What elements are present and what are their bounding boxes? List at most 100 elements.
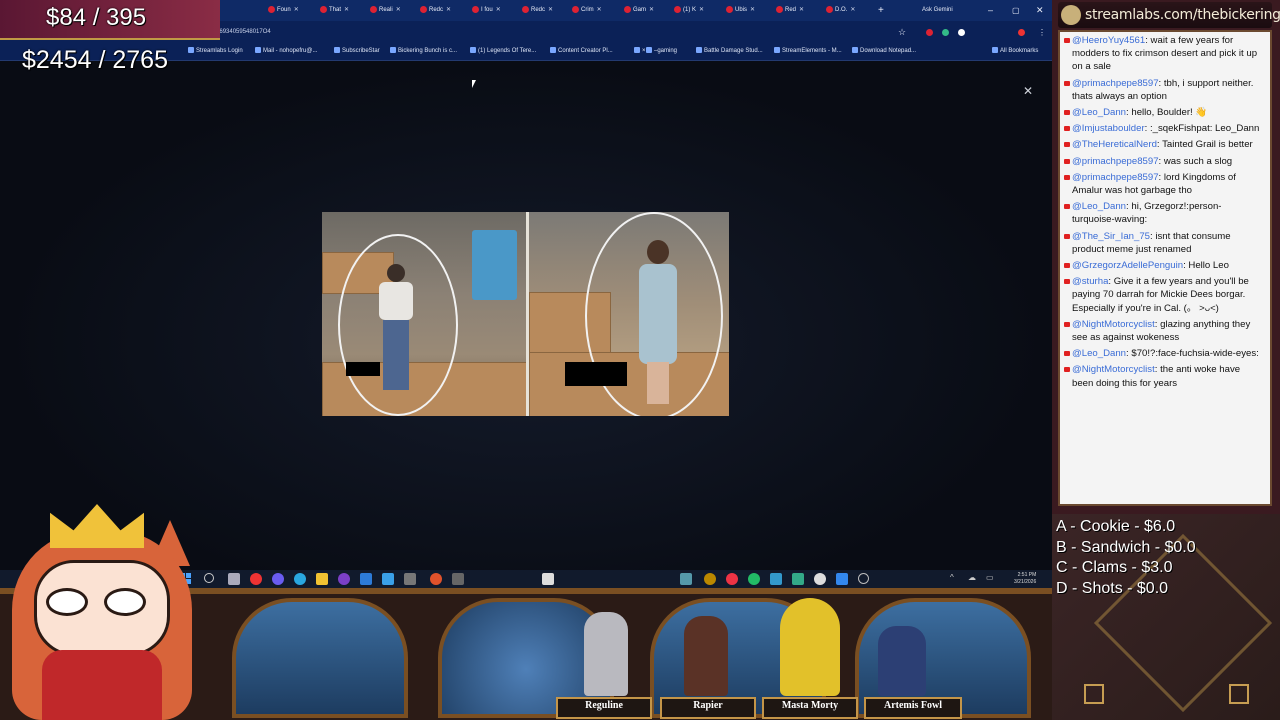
extension-icon[interactable] xyxy=(958,26,967,41)
network-icon[interactable]: ▭ xyxy=(986,573,998,585)
post-image[interactable] xyxy=(322,212,729,416)
tab-close-icon[interactable]: ✕ xyxy=(344,7,349,13)
browser-tab[interactable]: Red ✕ xyxy=(776,3,822,18)
chat-username[interactable]: @GrzegorzAdellePenguin xyxy=(1072,260,1183,271)
chat-username[interactable]: @primachpepe8597 xyxy=(1072,156,1159,167)
folder-icon[interactable] xyxy=(316,573,328,585)
chat-text: : $70!?:face-fuchsia-wide-eyes: xyxy=(1126,348,1259,360)
app-icon[interactable] xyxy=(272,573,284,585)
mail-icon[interactable] xyxy=(360,573,372,585)
chat-username[interactable]: @primachpepe8597 xyxy=(1072,172,1159,183)
tab-close-icon[interactable]: ✕ xyxy=(496,7,501,13)
maximize-button[interactable]: ▢ xyxy=(1012,3,1020,18)
tab-close-icon[interactable]: ✕ xyxy=(750,7,755,13)
browser-tab[interactable]: Gam ✕ xyxy=(624,3,670,18)
chat-username[interactable]: @sturha xyxy=(1072,276,1108,287)
tab-close-icon[interactable]: ✕ xyxy=(294,7,299,13)
spotify-icon[interactable] xyxy=(748,573,760,585)
taskview-icon[interactable] xyxy=(228,573,240,585)
bookmark-item[interactable]: (1) Legends Of Tere... xyxy=(470,46,536,57)
app-icon[interactable] xyxy=(770,573,782,585)
tab-label: That xyxy=(329,7,342,13)
app-icon[interactable] xyxy=(726,573,738,585)
tab-close-icon[interactable]: ✕ xyxy=(649,7,654,13)
chat-username[interactable]: @TheHereticalNerd xyxy=(1072,139,1157,150)
browser-tab[interactable]: Foun ✕ xyxy=(268,3,314,18)
tab-label: Redc xyxy=(429,7,444,13)
browser-tab[interactable]: Ubis ✕ xyxy=(726,3,772,18)
extension-icon[interactable] xyxy=(926,26,935,41)
tab-close-icon[interactable]: ✕ xyxy=(446,7,451,13)
bookmark-item[interactable]: StreamElements - M... xyxy=(774,46,842,57)
bookmark-item[interactable]: Mail - nohopefru@... xyxy=(255,46,317,57)
browser-tab[interactable]: Redc ✕ xyxy=(522,3,568,18)
bookmark-label: Mail - nohopefru@... xyxy=(263,48,318,54)
app-icon[interactable] xyxy=(858,573,869,584)
tab-close-icon[interactable]: ✕ xyxy=(396,7,401,13)
browser-tab[interactable]: Reali ✕ xyxy=(370,3,416,18)
bookmark-item[interactable]: SubscribeStar xyxy=(334,46,380,57)
app-icon[interactable] xyxy=(430,573,442,585)
bookmark-item[interactable]: Battle Damage Stud... xyxy=(696,46,763,57)
browser-tab[interactable]: I fou ✕ xyxy=(472,3,518,18)
minimize-button[interactable]: – xyxy=(988,3,993,18)
tab-close-icon[interactable]: ✕ xyxy=(597,7,602,13)
app-icon[interactable] xyxy=(704,573,716,585)
app-icon[interactable] xyxy=(382,573,394,585)
browser-tab[interactable]: Crim ✕ xyxy=(572,3,618,18)
bookmark-item[interactable]: × xyxy=(634,46,646,57)
tab-label: Foun xyxy=(277,7,291,13)
app-icon[interactable] xyxy=(680,573,692,585)
ask-gemini-button[interactable]: Ask Gemini xyxy=(922,3,953,18)
bookmark-item[interactable]: All Bookmarks xyxy=(992,46,1038,57)
tab-close-icon[interactable]: ✕ xyxy=(699,7,704,13)
taskbar-clock[interactable]: 2:51 PM 3/21/2026 xyxy=(1014,572,1036,586)
browser-tab[interactable]: That ✕ xyxy=(320,3,366,18)
menu-kebab-icon[interactable]: ⋮ xyxy=(1038,25,1046,40)
edge-icon[interactable] xyxy=(294,573,306,585)
chat-username[interactable]: @primachpepe8597 xyxy=(1072,78,1159,89)
app-icon[interactable] xyxy=(452,573,464,585)
chat-username[interactable]: @Leo_Dann xyxy=(1072,201,1126,212)
new-tab-button[interactable]: + xyxy=(878,3,884,18)
app-icon[interactable] xyxy=(814,573,826,585)
chat-username[interactable]: @HeeroYuy4561 xyxy=(1072,35,1145,46)
bookmark-item[interactable]: Download Notepad... xyxy=(852,46,916,57)
tab-close-icon[interactable]: ✕ xyxy=(799,7,804,13)
window-close-button[interactable]: ✕ xyxy=(1036,3,1044,18)
chat-username[interactable]: @Leo_Dann xyxy=(1072,107,1126,118)
chat-username[interactable]: @NightMotorcyclist xyxy=(1072,364,1155,375)
bookmark-icon xyxy=(470,47,476,54)
chat-username[interactable]: @Imjustaboulder xyxy=(1072,123,1145,134)
browser-tab[interactable]: D.O. ✕ xyxy=(826,3,872,18)
lightbox-close-icon[interactable]: ✕ xyxy=(1020,83,1036,99)
bookmark-item[interactable]: Bickering Bunch is c... xyxy=(390,46,457,57)
chrome-icon[interactable] xyxy=(250,573,262,585)
bookmark-label: SubscribeStar xyxy=(342,48,380,54)
profile-avatar[interactable] xyxy=(1018,26,1027,41)
app-icon[interactable] xyxy=(338,573,350,585)
app-icon[interactable] xyxy=(542,573,554,585)
tab-close-icon[interactable]: ✕ xyxy=(548,7,553,13)
app-icon[interactable] xyxy=(792,573,804,585)
browser-tab[interactable]: (1) K ✕ xyxy=(674,3,720,18)
bookmark-item[interactable]: Streamlabs Login xyxy=(188,46,243,57)
chat-username[interactable]: @The_Sir_Ian_75 xyxy=(1072,231,1150,242)
bookmark-item[interactable]: –gaming xyxy=(646,46,677,57)
chat-username[interactable]: @Leo_Dann xyxy=(1072,348,1126,359)
tab-favicon-icon xyxy=(268,5,275,13)
chat-username[interactable]: @NightMotorcyclist xyxy=(1072,319,1155,330)
cloud-icon[interactable]: ☁ xyxy=(968,573,980,585)
bookmark-item[interactable]: Content Creator Pl... xyxy=(550,46,613,57)
app-icon[interactable] xyxy=(404,573,416,585)
chevron-up-icon[interactable]: ^ xyxy=(950,573,962,585)
star-icon[interactable]: ☆ xyxy=(898,25,906,40)
extension-icon[interactable] xyxy=(942,26,951,41)
chat-text: : hello, Boulder! 👋 xyxy=(1126,107,1208,119)
bookmark-label: –gaming xyxy=(654,48,678,54)
tab-close-icon[interactable]: ✕ xyxy=(850,7,855,13)
forklift xyxy=(472,230,517,300)
browser-tab[interactable]: Redc ✕ xyxy=(420,3,466,18)
app-icon[interactable] xyxy=(836,573,848,585)
bookmark-label: Battle Damage Stud... xyxy=(704,48,763,54)
